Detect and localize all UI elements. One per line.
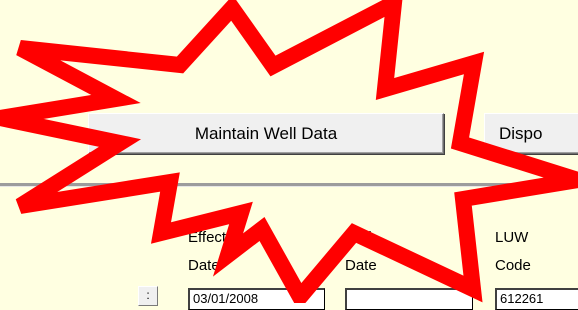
- bottom-panel: [0, 187, 578, 303]
- end-date-field[interactable]: [345, 288, 473, 310]
- effective-date-field[interactable]: 03/01/2008: [188, 288, 325, 310]
- effective-date-header: Effective Date: [188, 229, 246, 274]
- end-date-header: End Date: [345, 229, 377, 274]
- luw-code-field[interactable]: 612261: [495, 288, 578, 310]
- luw-code-header: LUW Code: [495, 229, 531, 274]
- top-panel: Maintain Well Data Dispo: [0, 0, 578, 183]
- maintain-well-data-button[interactable]: Maintain Well Data: [88, 113, 444, 154]
- row-selector-button[interactable]: :: [138, 286, 158, 306]
- dispo-button[interactable]: Dispo: [484, 113, 578, 154]
